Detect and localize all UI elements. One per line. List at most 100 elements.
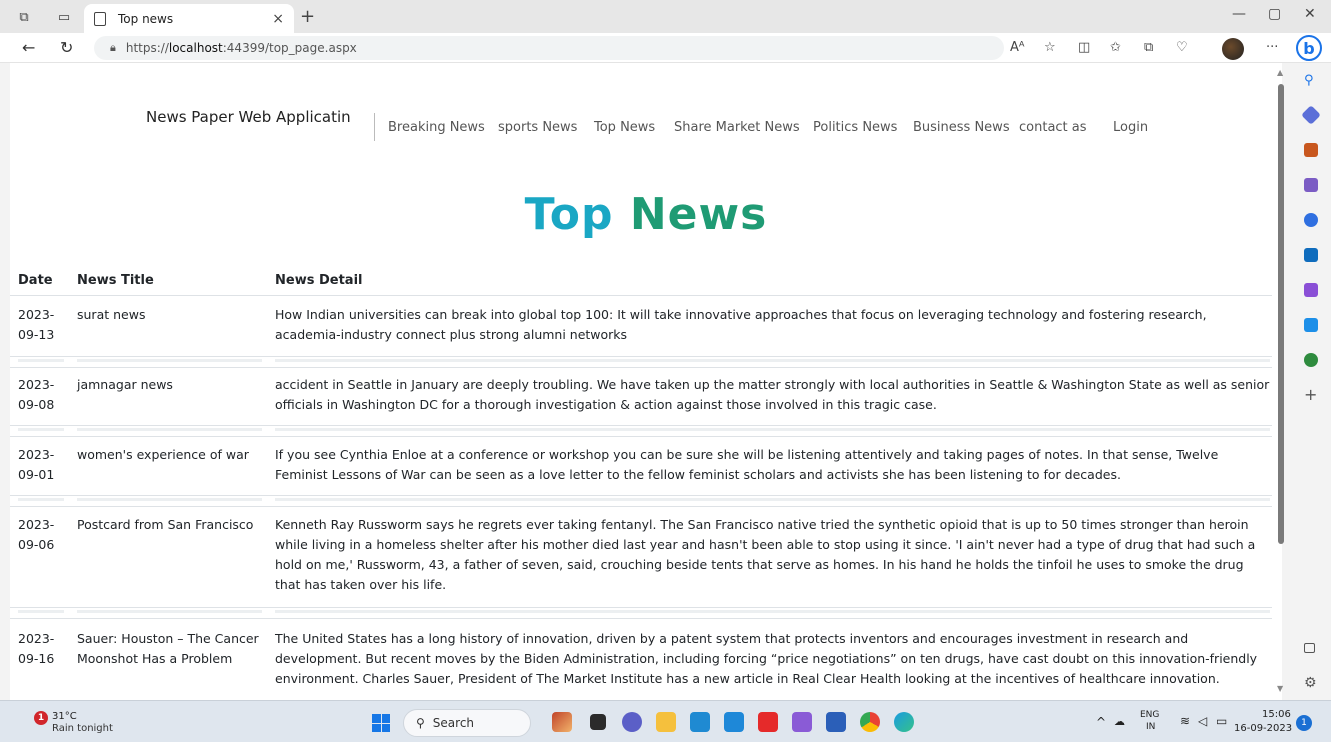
onedrive-icon[interactable]: ☁ [1114,715,1125,728]
page-scrollbar[interactable]: ▲ ▼ [1276,68,1286,696]
edge-icon[interactable] [894,712,914,732]
youtube-icon[interactable] [758,712,778,732]
volume-icon[interactable]: ◁ [1198,714,1207,728]
row-divider [10,618,1272,619]
close-window-icon[interactable]: ✕ [1304,6,1316,22]
add-icon[interactable]: + [1304,385,1318,404]
scrollbar-thumb[interactable] [1278,84,1284,544]
outlook-app-icon[interactable] [690,712,710,732]
bing-copilot-icon[interactable]: b [1296,35,1322,61]
column-header-news-detail: News Detail [275,273,363,288]
workspaces-icon[interactable]: ⧉ [16,9,32,25]
date-month-day: 09-06 [18,537,55,552]
language-bottom[interactable]: IN [1146,722,1155,732]
browser-essentials-icon[interactable]: ♡ [1176,40,1188,55]
row-gap [18,610,64,613]
task-view-icon[interactable] [590,714,606,730]
clock-time[interactable]: 15:06 [1262,709,1291,720]
tree-icon[interactable] [1304,353,1318,367]
minimize-icon[interactable]: — [1232,6,1246,22]
launcher-app-icon[interactable] [724,712,744,732]
nav-share-market-news[interactable]: Share Market News [674,120,800,135]
file-explorer-icon[interactable] [656,712,676,732]
nav-contact-as[interactable]: contact as [1019,120,1087,135]
nav-sports-news[interactable]: sports News [498,120,577,135]
url-field[interactable]: 🔒︎ https://localhost:44399/top_page.aspx [94,36,1004,60]
table-row-detail: How Indian universities can break into g… [275,307,1207,342]
table-row-title: jamnagar news [77,377,173,392]
games-icon[interactable] [1304,178,1318,192]
cat-widget-icon[interactable] [552,712,572,732]
chat-icon[interactable] [622,712,642,732]
row-gap [77,498,262,501]
favorite-star-icon[interactable]: ☆ [1044,40,1056,55]
favorites-icon[interactable]: ✩ [1110,40,1121,55]
site-brand[interactable]: News Paper Web Applicatin [146,108,351,126]
designer-icon[interactable] [1304,283,1318,297]
nav-login[interactable]: Login [1113,120,1148,135]
shopping-icon[interactable] [1301,105,1321,125]
clock-date[interactable]: 16-09-2023 [1234,723,1292,734]
date-month-day: 09-08 [18,397,55,412]
new-tab-button[interactable]: + [300,6,315,27]
taskbar-search-input[interactable]: ⚲ Search [403,709,531,737]
row-divider [10,495,1272,496]
row-gap [275,428,1270,431]
sidebar-panel-icon[interactable] [1304,643,1315,653]
row-divider [10,436,1272,437]
row-divider [10,506,1272,507]
windows-start-icon[interactable] [372,714,390,732]
row-divider [10,607,1272,608]
date-month-day: 09-13 [18,327,55,342]
search-icon[interactable]: ⚲ [1304,73,1318,88]
table-row-date: 2023- 09-06 [18,515,73,555]
outlook-icon[interactable] [1304,248,1318,262]
word-icon[interactable] [826,712,846,732]
row-gap [18,359,64,362]
url-host: localhost [168,41,223,55]
profile-avatar[interactable] [1222,38,1244,60]
language-top[interactable]: ENG [1140,710,1159,720]
scroll-down-icon[interactable]: ▼ [1277,684,1283,693]
nav-politics-news[interactable]: Politics News [813,120,897,135]
date-year: 2023- [18,631,55,646]
drop-icon[interactable] [1304,318,1318,332]
more-menu-icon[interactable]: ··· [1266,40,1278,55]
tray-expand-icon[interactable]: ^ [1096,715,1106,729]
settings-gear-icon[interactable]: ⚙ [1304,675,1318,691]
tab-title: Top news [118,11,174,26]
chrome-icon[interactable] [860,712,880,732]
table-row-date: 2023- 09-13 [18,305,73,345]
weather-alert-badge[interactable]: 1 [34,711,48,725]
lock-icon: 🔒︎ [110,41,116,54]
nav-top-news[interactable]: Top News [594,120,655,135]
microsoft-365-icon[interactable] [1304,213,1318,227]
visual-studio-icon[interactable] [792,712,812,732]
close-tab-icon[interactable]: × [272,11,284,27]
row-gap [77,610,262,613]
search-placeholder: Search [432,716,475,730]
weather-temperature[interactable]: 31°C [52,711,77,722]
back-icon[interactable]: ← [22,38,35,57]
battery-icon[interactable]: ▭ [1216,714,1227,728]
read-aloud-icon[interactable]: Aᴬ [1010,40,1025,55]
nav-divider [374,113,375,141]
page-title: Top News [10,189,1282,240]
tools-icon[interactable] [1304,143,1318,157]
notification-badge[interactable]: 1 [1296,715,1312,731]
table-header-divider [10,295,1272,296]
weather-status[interactable]: Rain tonight [52,723,113,734]
refresh-icon[interactable]: ↻ [60,38,73,57]
table-row-date: 2023- 09-08 [18,375,73,415]
wifi-icon[interactable]: ≋ [1180,714,1190,728]
table-row-title: Postcard from San Francisco [77,517,254,532]
split-screen-icon[interactable]: ◫ [1078,40,1090,55]
browser-tab-top-news[interactable]: Top news × [84,4,294,33]
restore-icon[interactable]: ▢ [1268,6,1281,22]
tab-actions-icon[interactable]: ▭ [56,9,72,25]
collections-icon[interactable]: ⧉ [1144,40,1153,55]
url-rest: :44399/top_page.aspx [222,41,357,55]
nav-breaking-news[interactable]: Breaking News [388,120,485,135]
scroll-up-icon[interactable]: ▲ [1277,68,1283,77]
nav-business-news[interactable]: Business News [913,120,1010,135]
